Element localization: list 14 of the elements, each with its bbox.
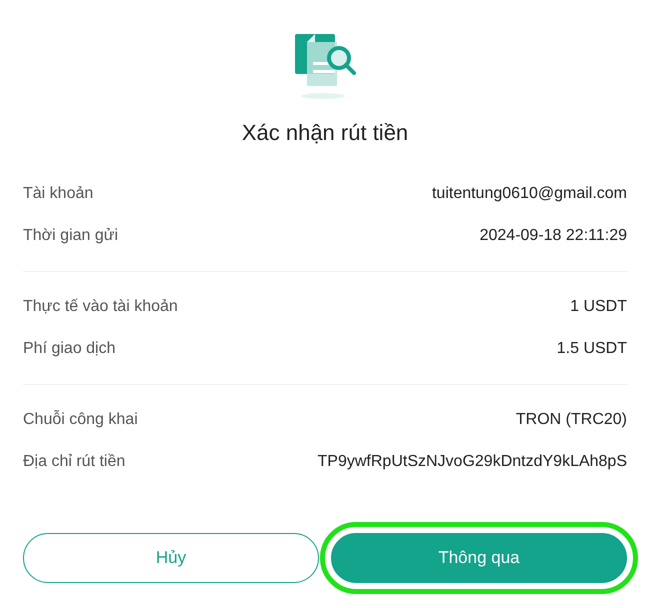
cancel-button[interactable]: Hủy bbox=[23, 533, 319, 583]
field-label: Thực tế vào tài khoản bbox=[23, 297, 178, 317]
field-value: 1.5 USDT bbox=[556, 339, 627, 359]
field-label: Phí giao dịch bbox=[23, 339, 116, 359]
field-value: tuitentung0610@gmail.com bbox=[432, 184, 627, 204]
field-value: TRON (TRC20) bbox=[516, 410, 627, 430]
field-label: Chuỗi công khai bbox=[23, 409, 138, 430]
dialog-title: Xác nhận rút tiền bbox=[242, 119, 408, 147]
field-label: Thời gian gửi bbox=[23, 226, 118, 246]
field-label: Tài khoản bbox=[23, 184, 94, 204]
field-label: Địa chỉ rút tiền bbox=[23, 452, 126, 472]
field-value: 2024-09-18 22:11:29 bbox=[480, 226, 627, 246]
field-value: 1 USDT bbox=[570, 297, 627, 317]
field-value: TP9ywfRpUtSzNJvoG29kDntzdY9kLAh8pS bbox=[318, 452, 627, 472]
